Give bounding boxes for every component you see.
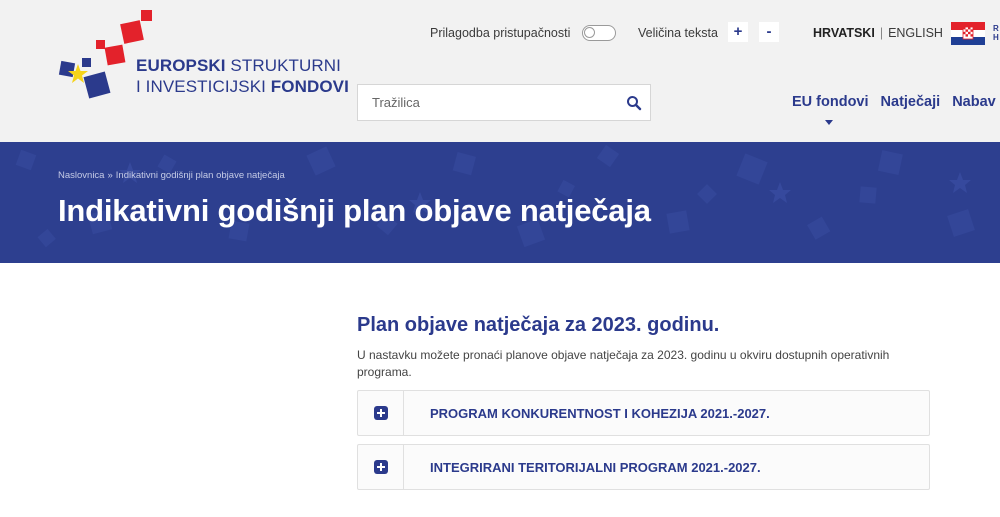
breadcrumb-current: Indikativni godišnji plan objave natječa… (115, 170, 285, 181)
search-icon[interactable] (626, 95, 642, 111)
nav-item-eu-fondovi[interactable]: EU fondovi (792, 94, 869, 110)
flag-caption: R H (993, 24, 999, 42)
search-input[interactable] (358, 85, 618, 120)
text-size-label: Veličina teksta (638, 26, 718, 40)
accessibility-toggle[interactable] (582, 25, 616, 41)
expand-plus-icon[interactable] (374, 406, 388, 420)
section-title: Plan objave natječaja za 2023. godinu. (357, 314, 720, 336)
language-hr-link[interactable]: HRVATSKI (813, 26, 875, 40)
search-box (357, 84, 651, 121)
accordion-icon-cell (358, 445, 404, 489)
language-separator: | (879, 26, 884, 40)
page-banner: Naslovnica» Indikativni godišnji plan obj… (0, 142, 1000, 263)
site-logo[interactable]: EUROPSKI STRUKTURNI I INVESTICIJSKI FOND… (56, 8, 349, 108)
chevron-down-icon (825, 120, 833, 125)
nav-item-natjecaji[interactable]: Natječaji (881, 94, 941, 110)
text-size-decrease-button[interactable]: - (759, 22, 779, 42)
language-en-link[interactable]: ENGLISH (888, 26, 943, 40)
main-nav: EU fondovi Natječaji Nabav (792, 94, 996, 110)
breadcrumb-home-link[interactable]: Naslovnica (58, 170, 104, 181)
accordion-icon-cell (358, 391, 404, 435)
accordion-item[interactable]: INTEGRIRANI TERITORIJALNI PROGRAM 2021.-… (357, 444, 930, 490)
breadcrumb: Naslovnica» Indikativni godišnji plan obj… (58, 170, 285, 181)
text-size-increase-button[interactable]: + (728, 22, 748, 42)
toggle-knob (584, 27, 595, 38)
site-header: EUROPSKI STRUKTURNI I INVESTICIJSKI FOND… (0, 0, 1000, 142)
breadcrumb-separator: » (107, 170, 113, 181)
croatia-flag-icon[interactable] (951, 22, 985, 45)
accordion-item[interactable]: PROGRAM KONKURENTNOST I KOHEZIJA 2021.-2… (357, 390, 930, 436)
expand-plus-icon[interactable] (374, 460, 388, 474)
logo-text: EUROPSKI STRUKTURNI I INVESTICIJSKI FOND… (136, 56, 349, 96)
accessibility-label: Prilagodba pristupačnosti (430, 26, 571, 40)
language-switcher: HRVATSKI | ENGLISH (813, 23, 943, 43)
nav-item-nabava[interactable]: Nabav (952, 94, 996, 110)
section-description: U nastavku možete pronaći planove objave… (357, 348, 890, 379)
accordion-label[interactable]: PROGRAM KONKURENTNOST I KOHEZIJA 2021.-2… (430, 406, 770, 421)
accordion-label[interactable]: INTEGRIRANI TERITORIJALNI PROGRAM 2021.-… (430, 460, 761, 475)
page-title: Indikativni godišnji plan objave natječa… (58, 193, 651, 228)
